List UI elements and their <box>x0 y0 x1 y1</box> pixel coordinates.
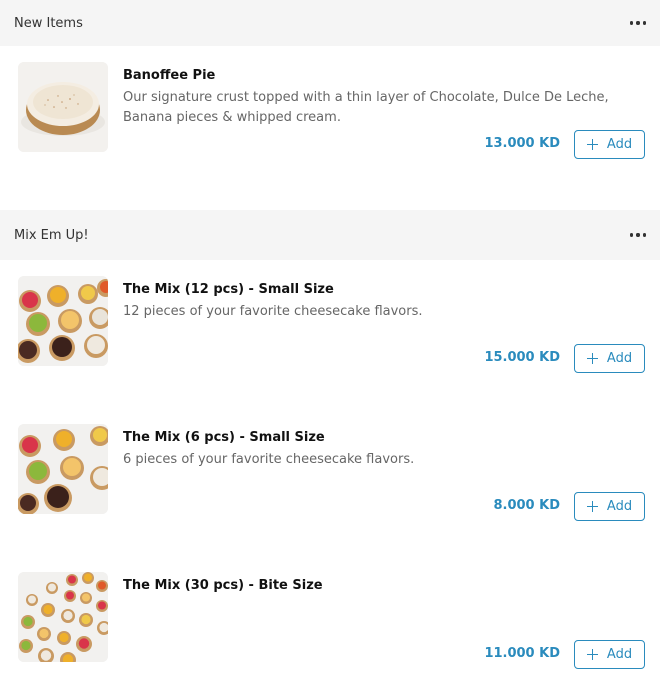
menu-item: Banoffee Pie Our signature crust topped … <box>0 62 660 182</box>
item-image[interactable] <box>18 572 108 662</box>
item-description: Our signature crust topped with a thin l… <box>123 90 609 125</box>
item-title[interactable]: The Mix (6 pcs) - Small Size <box>123 430 325 445</box>
item-image[interactable] <box>18 276 108 366</box>
add-button-label: Add <box>606 499 633 514</box>
item-image[interactable] <box>18 62 108 152</box>
section-header-mix-em-up: Mix Em Up! <box>0 210 660 260</box>
item-description: 12 pieces of your favorite cheesecake fl… <box>123 304 423 319</box>
item-image[interactable] <box>18 424 108 514</box>
menu-item: The Mix (6 pcs) - Small Size 6 pieces of… <box>0 424 660 544</box>
item-price: 8.000 KD <box>493 498 560 513</box>
item-description: 6 pieces of your favorite cheesecake fla… <box>123 452 415 467</box>
add-button[interactable]: Add <box>574 130 645 159</box>
item-title[interactable]: The Mix (30 pcs) - Bite Size <box>123 578 323 593</box>
section-title: New Items <box>14 15 83 31</box>
add-button[interactable]: Add <box>574 640 645 669</box>
item-title[interactable]: The Mix (12 pcs) - Small Size <box>123 282 334 297</box>
menu-item: The Mix (12 pcs) - Small Size 12 pieces … <box>0 276 660 396</box>
add-button-label: Add <box>606 137 633 152</box>
item-price: 13.000 KD <box>484 136 560 151</box>
add-button-label: Add <box>606 647 633 662</box>
add-button[interactable]: Add <box>574 344 645 373</box>
more-options-icon[interactable] <box>626 229 646 240</box>
item-title[interactable]: Banoffee Pie <box>123 68 215 83</box>
menu-item: The Mix (30 pcs) - Bite Size 11.000 KD A… <box>0 572 660 688</box>
plus-icon <box>586 501 598 512</box>
more-options-icon[interactable] <box>626 17 646 28</box>
plus-icon <box>586 353 598 364</box>
plus-icon <box>586 139 598 150</box>
add-button[interactable]: Add <box>574 492 645 521</box>
add-button-label: Add <box>606 351 633 366</box>
section-title: Mix Em Up! <box>14 227 89 243</box>
item-price: 11.000 KD <box>484 646 560 661</box>
item-price: 15.000 KD <box>484 350 560 365</box>
section-header-new-items: New Items <box>0 0 660 46</box>
plus-icon <box>586 649 598 660</box>
